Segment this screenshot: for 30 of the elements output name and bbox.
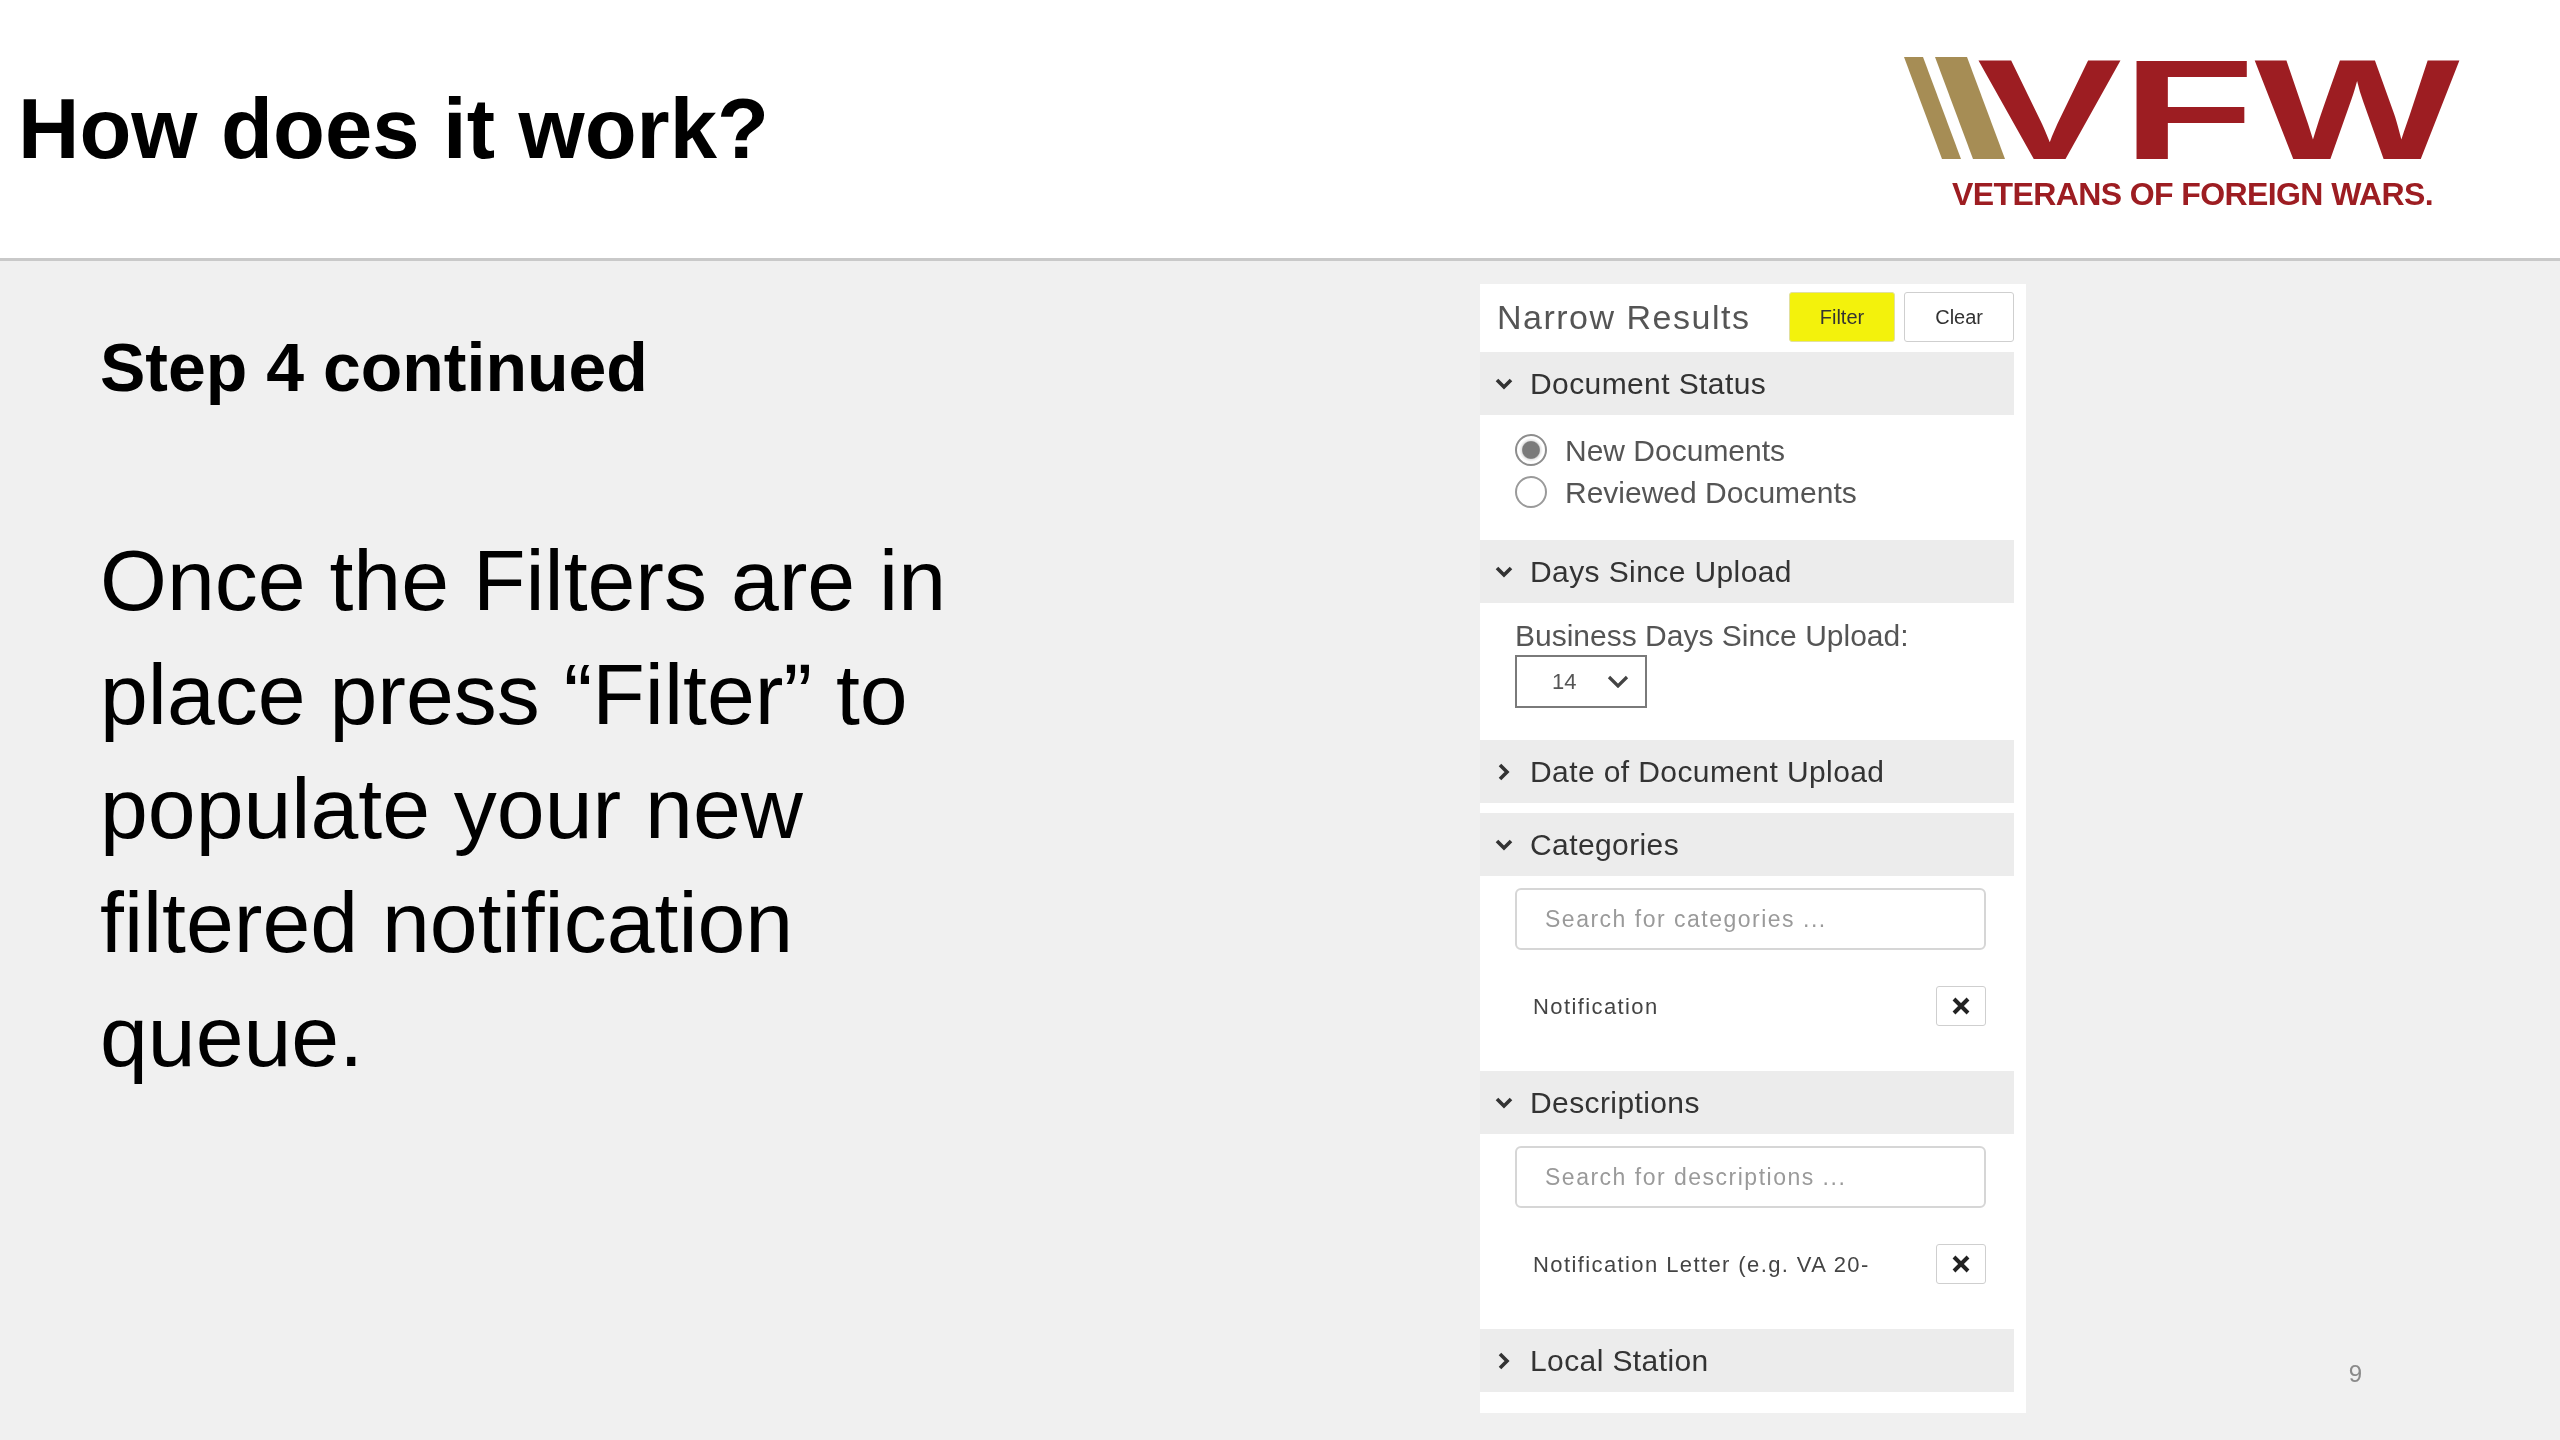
radio-button[interactable] <box>1515 476 1547 508</box>
section-header[interactable]: Date of Document Upload <box>1480 740 2014 803</box>
radio-button[interactable] <box>1515 434 1547 466</box>
section-header[interactable]: Days Since Upload <box>1480 540 2014 603</box>
remove-button[interactable] <box>1936 1244 1986 1284</box>
section-header[interactable]: Document Status <box>1480 352 2014 415</box>
option-label: New Documents <box>1565 432 1786 469</box>
option-label: Reviewed Documents <box>1565 474 1857 511</box>
selected-item-label: Notification Letter (e.g. VA 20- <box>1533 1250 1870 1279</box>
section-header[interactable]: Categories <box>1480 813 2014 876</box>
slide-subtitle: Step 4 continued <box>100 328 648 407</box>
search-field[interactable]: Search for descriptions ... <box>1515 1146 1986 1208</box>
field-label: Business Days Since Upload: <box>1515 618 1909 654</box>
slide-title: How does it work? <box>18 80 769 178</box>
search-field[interactable]: Search for categories ... <box>1515 888 1986 950</box>
dropdown[interactable]: 14 <box>1515 655 1647 708</box>
remove-button[interactable] <box>1936 986 1986 1026</box>
slide-body-text: Once the Filters are in place press “Filter” to populate your new filtered notification queue. <box>100 530 948 1086</box>
selected-item-label: Notification <box>1533 992 1659 1021</box>
panel-title: Narrow Results <box>1497 296 1751 338</box>
page-number: 9 <box>2348 1359 2362 1389</box>
action-button[interactable]: Clear <box>1904 292 2014 342</box>
section-header[interactable]: Descriptions <box>1480 1071 2014 1134</box>
logo-tagline: VETERANS OF FOREIGN WARS. <box>1952 175 2434 213</box>
logo-wordmark: VFW <box>1977 45 2460 175</box>
action-button[interactable]: Filter <box>1788 292 1896 342</box>
section-header[interactable]: Local Station <box>1480 1329 2014 1392</box>
close-icon <box>1952 1255 1970 1273</box>
close-icon <box>1952 997 1970 1015</box>
caret-icon <box>1607 675 1629 688</box>
